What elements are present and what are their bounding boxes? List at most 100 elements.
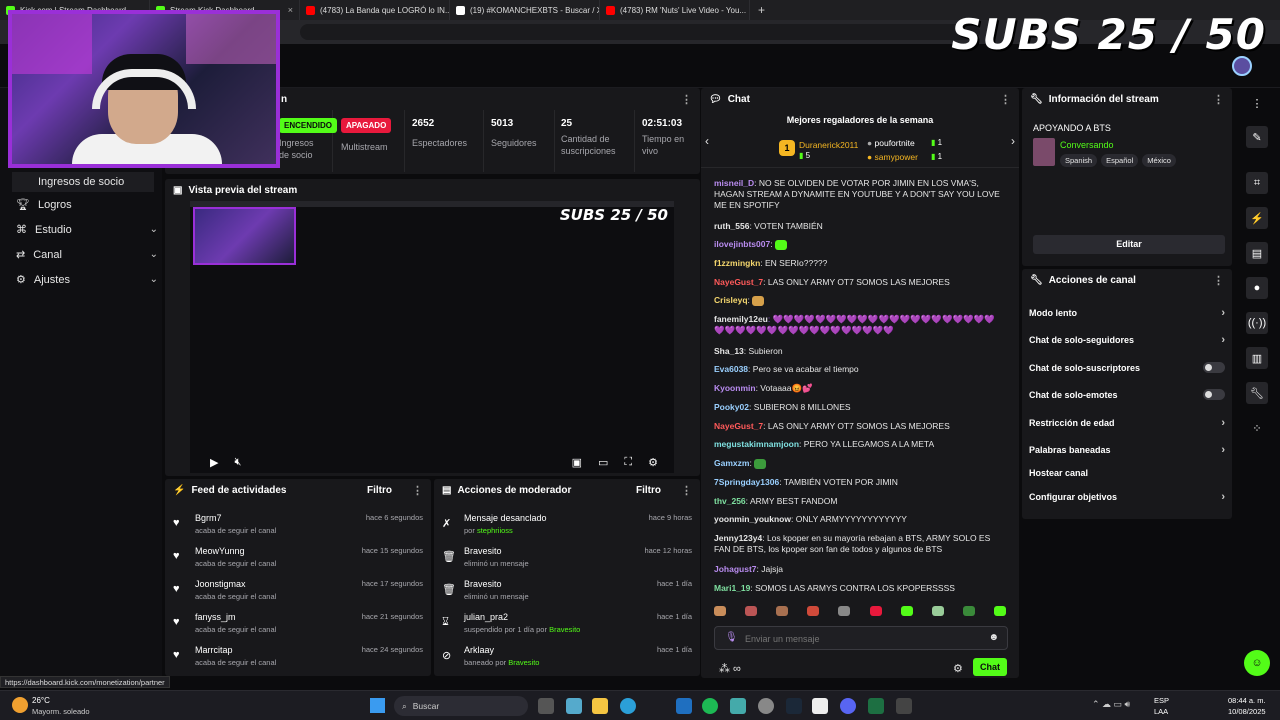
chat-bubble-icon[interactable]: ● [1246, 277, 1268, 299]
mod-actor[interactable]: Bravesito [508, 658, 539, 667]
chat-tools-icon[interactable]: ⁂ ∞ [719, 662, 741, 675]
steam-icon[interactable] [786, 698, 802, 714]
tag-chip[interactable]: México [1142, 154, 1176, 167]
feed-username[interactable]: Bgrm7 [195, 513, 222, 523]
chat-username[interactable]: NayeGust_7 [714, 421, 763, 431]
chat-username[interactable]: Jenny123y4 [714, 533, 762, 543]
play-icon[interactable]: ▶ [210, 456, 218, 469]
kebab-menu-icon[interactable]: ⋮ [412, 484, 423, 497]
chat-username[interactable]: NayeGust_7 [714, 277, 763, 287]
task-view-icon[interactable] [538, 698, 554, 714]
emote-icon[interactable] [931, 606, 944, 616]
taskbar-search[interactable]: ⌕ Buscar [394, 696, 528, 716]
broadcast-icon[interactable]: ((·)) [1246, 312, 1268, 334]
sidebar-item-logros[interactable]: 🏆︎ Logros [16, 198, 158, 212]
chat-input-box[interactable]: 🎙︎ ☻ [714, 626, 1008, 650]
chat-username[interactable]: Johagust7 [714, 564, 757, 574]
emote-icon[interactable] [869, 606, 882, 616]
chat-username[interactable]: Mari1_19 [714, 583, 750, 593]
stream-preview-video[interactable]: SUBS 25 / 50 ▶ 🔇︎ ▣ ▭ ⛶ ⚙ [190, 201, 674, 473]
chat-username[interactable]: misneil_D [714, 178, 754, 188]
emote-icon[interactable] [962, 606, 975, 616]
action-slow-mode[interactable]: Modo lento › [1029, 307, 1225, 319]
emote-icon[interactable] [838, 606, 851, 616]
settings-icon[interactable]: ⚙ [648, 456, 658, 469]
crop-icon[interactable]: ⌗ [1246, 172, 1268, 194]
emote-icon[interactable] [714, 606, 726, 616]
filter-button[interactable]: Filtro [636, 485, 661, 496]
mod-actor[interactable]: stephriioss [477, 526, 513, 535]
kebab-menu-icon[interactable]: ⋮ [681, 93, 692, 106]
mod-item-title[interactable]: Bravesito [464, 579, 502, 589]
clock-date[interactable]: 10/08/2025 [1228, 707, 1266, 716]
chevron-left-icon[interactable]: ‹ [705, 134, 709, 148]
chat-username[interactable]: Eva6038 [714, 364, 748, 374]
sidebar-item-ingresos[interactable]: Ingresos de socio [12, 172, 154, 192]
action-followers-only[interactable]: Chat de solo-seguidores › [1029, 334, 1225, 346]
feed-username[interactable]: fanyss_jm [195, 612, 236, 622]
mod-actor[interactable]: Bravesito [549, 625, 580, 634]
chat-username[interactable]: Sha_13 [714, 346, 744, 356]
action-banned-words[interactable]: Palabras baneadas › [1029, 444, 1225, 456]
emote-icon[interactable] [776, 606, 789, 616]
feed-username[interactable]: MeowYunng [195, 546, 245, 556]
mod-item-title[interactable]: Bravesito [464, 546, 502, 556]
discord-icon[interactable] [840, 698, 856, 714]
chat-username[interactable]: Kyoonmin [714, 383, 756, 393]
category-name[interactable]: Conversando [1060, 140, 1114, 150]
browser-tab-3[interactable]: (4783) La Banda que LOGRÓ lo IN...× [300, 0, 450, 20]
chevron-down-icon[interactable]: ⌄ [150, 274, 158, 285]
chat-username[interactable]: yoonmin_youknow [714, 514, 791, 524]
tag-chip[interactable]: Spanish [1060, 154, 1098, 167]
filter-button[interactable]: Filtro [367, 485, 392, 496]
sidebar-item-canal[interactable]: ⇄ Canal ⌄ [16, 248, 158, 262]
document-icon[interactable]: ▤ [1246, 242, 1268, 264]
mute-icon[interactable]: 🔇︎ [234, 456, 241, 469]
language-code[interactable]: ESP [1154, 696, 1169, 705]
chat-username[interactable]: Crisleyq [714, 295, 748, 305]
chat-username[interactable]: 7Springday1306 [714, 477, 779, 487]
capcut-icon[interactable] [812, 698, 828, 714]
kebab-menu-icon[interactable]: ⋮ [681, 484, 692, 497]
fullscreen-icon[interactable]: ⛶ [624, 456, 632, 469]
kebab-menu-icon[interactable]: ⋮ [1213, 93, 1224, 106]
sidebar-item-estudio[interactable]: ⌘ Estudio ⌄ [16, 223, 158, 237]
outlook-icon[interactable] [676, 698, 692, 714]
chat-username[interactable]: Pooky02 [714, 402, 749, 412]
kebab-menu-icon[interactable]: ⋮ [1000, 93, 1011, 106]
emotes-only-toggle[interactable] [1203, 389, 1225, 400]
browser-tab-4[interactable]: (19) #KOMANCHEXBTS - Buscar / X× [450, 0, 600, 20]
chat-username[interactable]: ruth_556 [714, 221, 749, 231]
browser-tab-5[interactable]: (4783) RM 'Nuts' Live Video - You...× [600, 0, 750, 20]
keyboard-layout[interactable]: LAA [1154, 707, 1168, 716]
chat-username[interactable]: fanemily12eu [714, 314, 768, 324]
chat-send-button[interactable]: Chat [973, 658, 1007, 676]
windows-start-icon[interactable] [370, 698, 385, 713]
feed-username[interactable]: Marrcitap [195, 645, 233, 655]
mod-item-title[interactable]: julian_pra2 [464, 612, 508, 622]
emote-icon[interactable] [993, 606, 1006, 616]
emoji-icon[interactable]: ☻ [988, 632, 999, 643]
profile-avatar[interactable] [1232, 56, 1252, 76]
mod-item-title[interactable]: Arklaay [464, 645, 494, 655]
copilot-icon[interactable] [566, 698, 582, 714]
pip-icon[interactable]: ▣ [572, 456, 582, 469]
chevron-down-icon[interactable]: ⌄ [150, 224, 158, 235]
chat-message-input[interactable] [745, 631, 975, 646]
address-bar[interactable] [300, 24, 980, 40]
app-icon[interactable] [730, 698, 746, 714]
action-age-restriction[interactable]: Restricción de edad › [1029, 417, 1225, 429]
theater-icon[interactable]: ▭ [598, 456, 608, 469]
feed-username[interactable]: Joonstigmax [195, 579, 246, 589]
action-configure-goals[interactable]: Configurar objetivos › [1029, 491, 1225, 503]
gifter-name[interactable]: Duranerick2011 [799, 140, 858, 150]
chevron-right-icon[interactable]: › [1011, 134, 1015, 148]
wrench-icon[interactable]: 🔧︎ [1246, 382, 1268, 404]
gifter-name[interactable]: ● poufortnite [867, 138, 915, 148]
mic-icon[interactable]: 🎙︎ [725, 632, 738, 643]
gifter-name[interactable]: ● samypower [867, 152, 918, 162]
spotify-icon[interactable] [702, 698, 718, 714]
emote-icon[interactable] [745, 606, 758, 616]
edge-icon[interactable] [620, 698, 636, 714]
sidebar-item-ajustes[interactable]: ⚙ Ajustes ⌄ [16, 273, 158, 287]
